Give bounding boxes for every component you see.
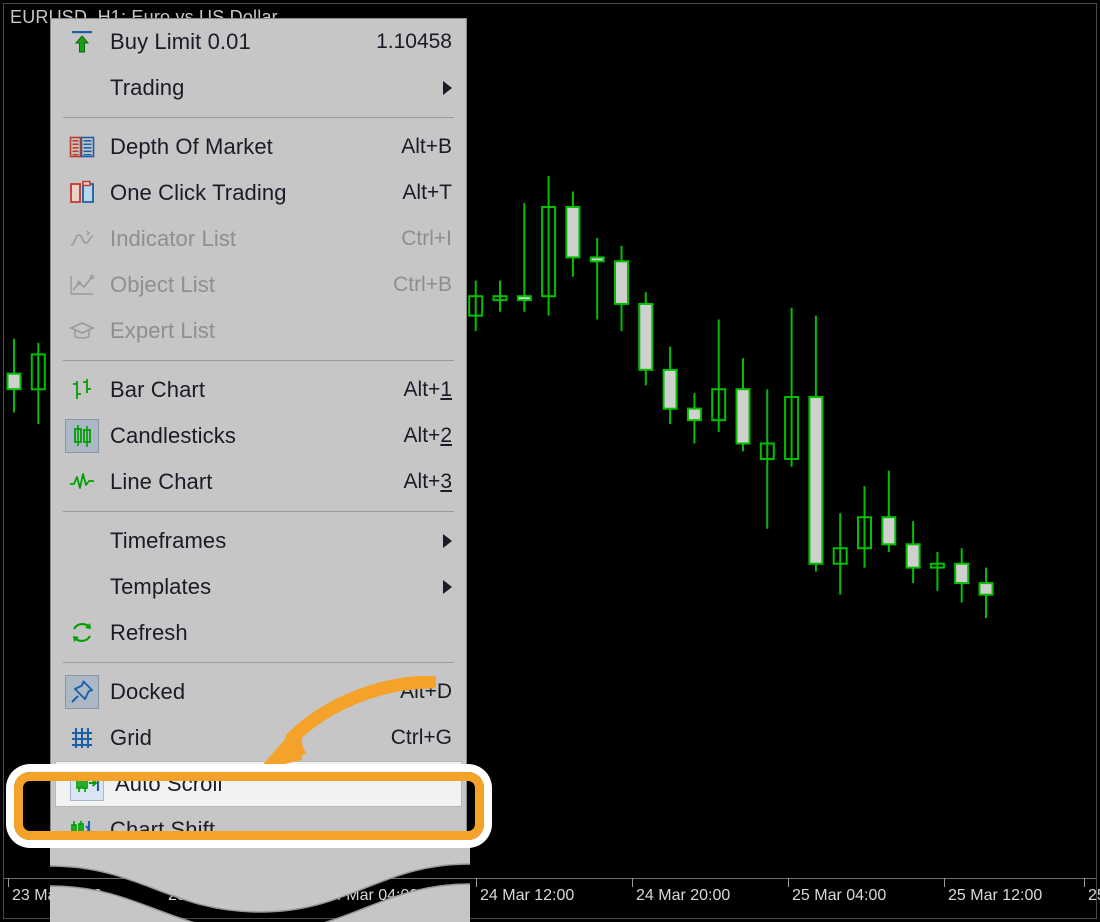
menu-item-expert-list: Expert List [51, 308, 466, 354]
menu-item-accelerator: Ctrl+B [393, 273, 452, 296]
menu-item-label: Expert List [110, 318, 216, 343]
menu-item-label: One Click Trading [110, 180, 287, 205]
menu-item-buy-limit[interactable]: Buy Limit 0.01 1.10458 [51, 19, 466, 65]
menu-item-accelerator: Alt+1 [403, 378, 452, 401]
menu-item-label: Bar Chart [110, 377, 206, 402]
time-axis-tick [788, 878, 789, 887]
menu-separator [63, 117, 454, 118]
menu-item-label: Depth Of Market [110, 134, 273, 159]
menu-item-one-click-trading[interactable]: One Click Trading Alt+T [51, 170, 466, 216]
menu-item-label: Trading [110, 75, 185, 100]
torn-edge-decoration [50, 842, 470, 922]
callout-arrow-icon [258, 676, 436, 770]
line-chart-icon [62, 465, 102, 499]
buy-limit-arrow-icon [62, 25, 102, 59]
menu-item-label: Candlesticks [110, 423, 236, 448]
menu-item-refresh[interactable]: Refresh [51, 610, 466, 656]
time-axis-tick [944, 878, 945, 887]
expert-list-icon [62, 314, 102, 348]
time-axis-label: 25 Mar 20:00 [1088, 887, 1100, 904]
auto-scroll-icon [70, 767, 104, 801]
menu-item-label: Indicator List [110, 226, 237, 251]
menu-item-candlesticks[interactable]: Candlesticks Alt+2 [51, 413, 466, 459]
candlesticks-icon [65, 419, 99, 453]
menu-item-label: Object List [110, 272, 216, 297]
object-list-icon [62, 268, 102, 302]
menu-item-line-chart[interactable]: Line Chart Alt+3 [51, 459, 466, 505]
menu-item-label: Templates [110, 574, 212, 599]
refresh-icon [62, 616, 102, 650]
time-axis-label: 24 Mar 20:00 [636, 887, 731, 904]
menu-item-no-icon [62, 71, 102, 105]
menu-item-label: Line Chart [110, 469, 213, 494]
menu-item-accelerator: Alt+T [402, 181, 452, 204]
submenu-chevron-icon [443, 81, 452, 95]
menu-item-depth-of-market[interactable]: Depth Of Market Alt+B [51, 124, 466, 170]
time-axis-label: 25 Mar 12:00 [948, 887, 1043, 904]
menu-separator [63, 360, 454, 361]
grid-icon [62, 721, 102, 755]
menu-item-bar-chart[interactable]: Bar Chart Alt+1 [51, 367, 466, 413]
menu-item-templates[interactable]: Templates [51, 564, 466, 610]
menu-item-no-icon [62, 570, 102, 604]
menu-item-object-list: Object List Ctrl+B [51, 262, 466, 308]
submenu-chevron-icon [443, 534, 452, 548]
time-axis-tick [476, 878, 477, 887]
time-axis-label: 25 Mar 04:00 [792, 887, 887, 904]
menu-item-accelerator: Ctrl+I [401, 227, 452, 250]
menu-item-indicator-list: Indicator List Ctrl+I [51, 216, 466, 262]
menu-item-timeframes[interactable]: Timeframes [51, 518, 466, 564]
menu-item-label: Buy Limit 0.01 [110, 29, 251, 54]
indicator-list-icon [62, 222, 102, 256]
submenu-chevron-icon [443, 580, 452, 594]
menu-separator [63, 511, 454, 512]
menu-item-label: Chart Shift [110, 817, 216, 842]
menu-item-value: 1.10458 [376, 30, 452, 53]
menu-item-accelerator: Alt+B [401, 135, 452, 158]
menu-item-accelerator: Alt+2 [403, 424, 452, 447]
menu-item-accelerator: Alt+3 [403, 470, 452, 493]
pin-icon [65, 675, 99, 709]
one-click-trading-icon [62, 176, 102, 210]
depth-of-market-icon [62, 130, 102, 164]
time-axis-tick [632, 878, 633, 887]
menu-item-label: Refresh [110, 620, 188, 645]
time-axis-tick [1084, 878, 1085, 887]
menu-item-label: Timeframes [110, 528, 227, 553]
menu-item-trading[interactable]: Trading [51, 65, 466, 111]
bar-chart-icon [62, 373, 102, 407]
menu-item-no-icon [62, 524, 102, 558]
time-axis-tick [8, 878, 9, 887]
menu-separator [63, 662, 454, 663]
time-axis-label: 24 Mar 12:00 [480, 887, 575, 904]
